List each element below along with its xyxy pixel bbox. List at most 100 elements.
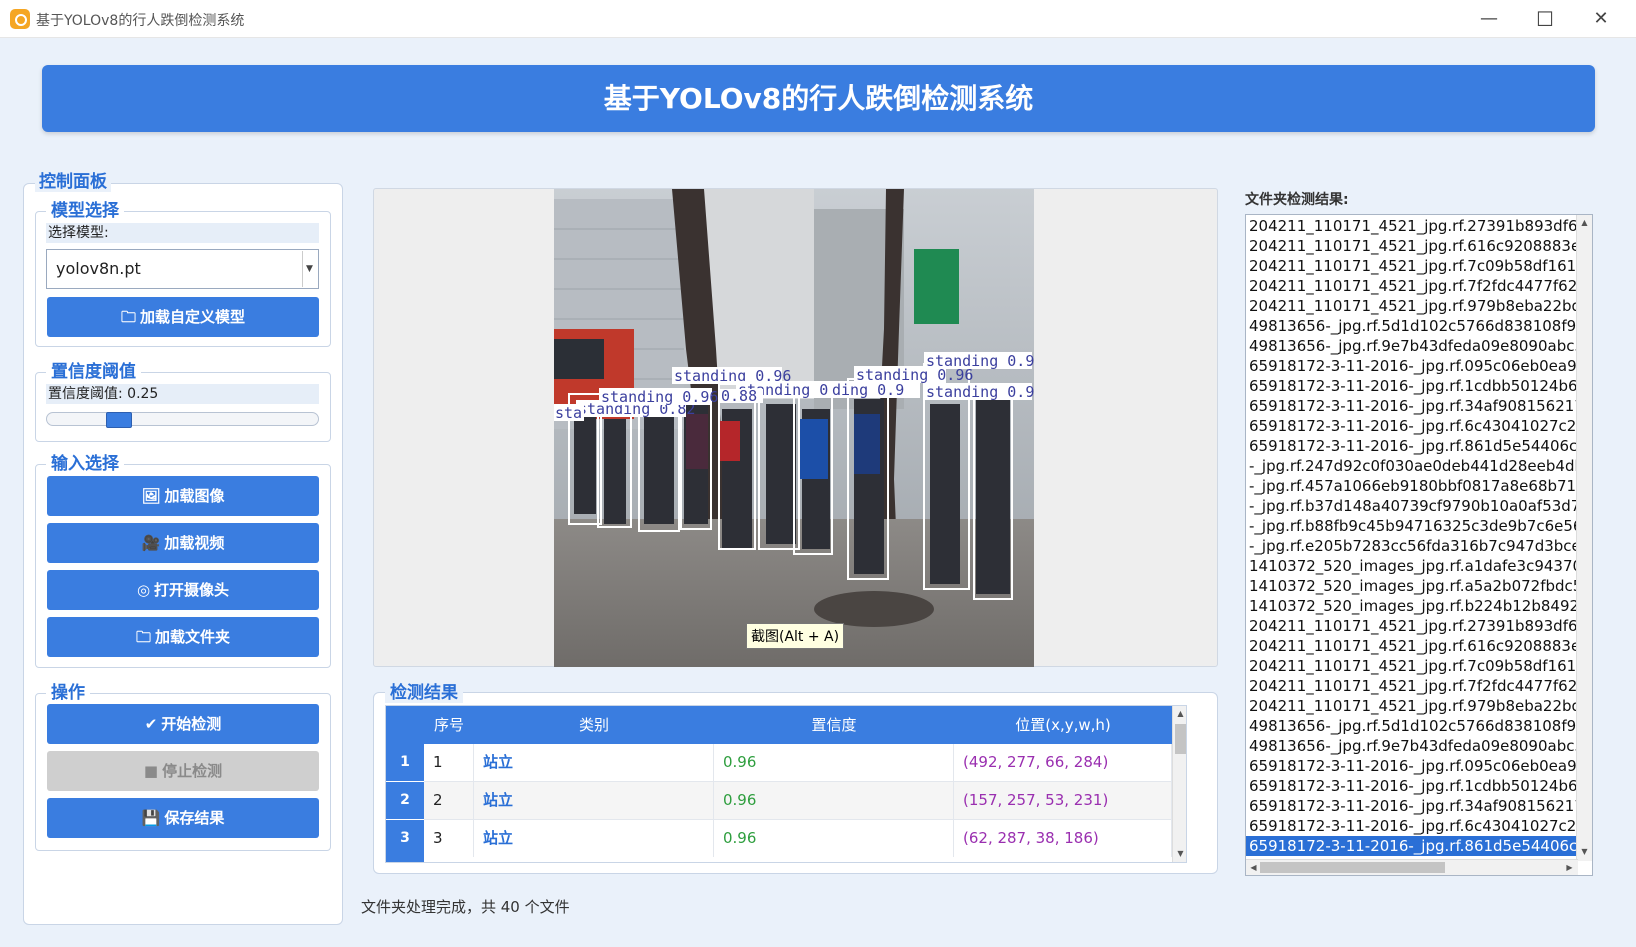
list-item[interactable]: 204211_110171_4521_jpg.rf.616c9208883ea6 xyxy=(1246,636,1576,656)
column-header-index[interactable]: 序号 xyxy=(424,706,474,744)
row-header[interactable]: 2 xyxy=(386,782,424,819)
camera-shutter-icon: ◎ xyxy=(136,581,151,599)
list-item[interactable]: 204211_110171_4521_jpg.rf.27391b893df6d0 xyxy=(1246,216,1576,236)
list-item[interactable]: 65918172-3-11-2016-_jpg.rf.095c06eb0ea9b xyxy=(1246,356,1576,376)
list-horizontal-scrollbar[interactable]: ◀ ▶ xyxy=(1246,859,1578,875)
save-icon: 💾 xyxy=(141,809,161,827)
list-item[interactable]: 204211_110171_4521_jpg.rf.7c09b58df16183 xyxy=(1246,256,1576,276)
list-item[interactable]: 1410372_520_images_jpg.rf.b224b12b84922 xyxy=(1246,596,1576,616)
list-item[interactable]: 49813656-_jpg.rf.5d1d102c5766d838108f99e xyxy=(1246,316,1576,336)
open-camera-button[interactable]: ◎ 打开摄像头 xyxy=(47,570,319,610)
list-item[interactable]: 65918172-3-11-2016-_jpg.rf.34af908156217… xyxy=(1246,796,1576,816)
column-header-class[interactable]: 类别 xyxy=(474,706,714,744)
detection-label: standing 0.96 xyxy=(926,383,1034,401)
model-select[interactable]: yolov8n.pt ▼ xyxy=(46,249,319,289)
row-header[interactable]: 1 xyxy=(386,744,424,781)
maximize-button[interactable]: ☐ xyxy=(1522,4,1568,34)
list-item[interactable]: 204211_110171_4521_jpg.rf.979b8eba22bd4 xyxy=(1246,296,1576,316)
list-item[interactable]: 49813656-_jpg.rf.9e7b43dfeda09e8090abc5c xyxy=(1246,336,1576,356)
scroll-right-icon[interactable]: ▶ xyxy=(1562,860,1577,875)
video-camera-icon: 🎥 xyxy=(141,534,161,552)
start-detection-button[interactable]: ✔ 开始检测 xyxy=(47,704,319,744)
list-item[interactable]: -_jpg.rf.b37d148a40739cf9790b10a0af53d72 xyxy=(1246,496,1576,516)
model-select-label: 选择模型: xyxy=(46,223,319,243)
page-title: 基于YOLOv8的行人跌倒检测系统 xyxy=(42,65,1595,132)
stop-detection-label: 停止检测 xyxy=(162,762,223,780)
confidence-group xyxy=(35,372,331,442)
list-item[interactable]: -_jpg.rf.b88fb9c45b94716325c3de9b7c6e563 xyxy=(1246,516,1576,536)
control-panel-title: 控制面板 xyxy=(35,167,111,192)
list-item[interactable]: 65918172-3-11-2016-_jpg.rf.6c43041027c24… xyxy=(1246,416,1576,436)
save-results-button[interactable]: 💾 保存结果 xyxy=(47,798,319,838)
table-cell-class[interactable]: 站立 xyxy=(474,820,714,857)
list-item[interactable]: 204211_110171_4521_jpg.rf.7f2fdc4477f62d… xyxy=(1246,676,1576,696)
list-vertical-scrollbar[interactable]: ▲ ▼ xyxy=(1576,215,1592,861)
list-item[interactable]: 65918172-3-11-2016-_jpg.rf.861d5e54406cc… xyxy=(1246,436,1576,456)
scroll-left-icon[interactable]: ◀ xyxy=(1246,860,1261,875)
list-item[interactable]: 65918172-3-11-2016-_jpg.rf.6c43041027c24… xyxy=(1246,816,1576,836)
minimize-button[interactable]: — xyxy=(1466,4,1512,34)
column-header-confidence[interactable]: 置信度 xyxy=(714,706,954,744)
row-header[interactable]: 3 xyxy=(386,820,424,862)
table-cell-index[interactable]: 3 xyxy=(424,820,474,857)
scroll-up-icon[interactable]: ▲ xyxy=(1173,706,1186,722)
list-item[interactable]: 1410372_520_images_jpg.rf.a1dafe3c94370a… xyxy=(1246,556,1576,576)
confidence-slider-handle[interactable] xyxy=(106,412,132,428)
scroll-thumb[interactable] xyxy=(1260,862,1445,873)
list-item[interactable]: -_jpg.rf.e205b7283cc56fda316b7c947d3bce8 xyxy=(1246,536,1576,556)
window-title: 基于YOLOv8的行人跌倒检测系统 xyxy=(36,13,245,29)
table-cell-index[interactable]: 2 xyxy=(424,782,474,819)
list-item[interactable]: -_jpg.rf.247d92c0f030ae0deb441d28eeb4db xyxy=(1246,456,1576,476)
load-custom-model-button[interactable]: 🗀 加载自定义模型 xyxy=(47,297,319,337)
table-cell-index[interactable]: 1 xyxy=(424,744,474,781)
list-item[interactable]: 65918172-3-11-2016-_jpg.rf.34af908156217… xyxy=(1246,396,1576,416)
table-vertical-scrollbar[interactable]: ▲ ▼ xyxy=(1172,706,1186,862)
list-item[interactable]: 204211_110171_4521_jpg.rf.616c9208883ea6 xyxy=(1246,236,1576,256)
list-item[interactable]: 204211_110171_4521_jpg.rf.7f2fdc4477f62d… xyxy=(1246,276,1576,296)
column-header-position[interactable]: 位置(x,y,w,h) xyxy=(954,706,1172,744)
close-button[interactable]: ✕ xyxy=(1578,4,1624,34)
load-folder-button[interactable]: 🗀 加载文件夹 xyxy=(47,617,319,657)
folder-icon: 🗀 xyxy=(120,308,136,326)
table-cell-confidence[interactable]: 0.96 xyxy=(714,782,954,819)
chevron-down-icon: ▼ xyxy=(302,251,316,287)
list-item[interactable]: -_jpg.rf.457a1066eb9180bbf0817a8e68b719l xyxy=(1246,476,1576,496)
list-item[interactable]: 204211_110171_4521_jpg.rf.979b8eba22bd4 xyxy=(1246,696,1576,716)
stop-detection-button[interactable]: ■ 停止检测 xyxy=(47,751,319,791)
input-group-title: 输入选择 xyxy=(46,449,124,474)
scroll-down-icon[interactable]: ▼ xyxy=(1173,846,1186,862)
folder-results-label: 文件夹检测结果: xyxy=(1245,192,1349,208)
table-corner xyxy=(386,706,424,744)
list-item[interactable]: 65918172-3-11-2016-_jpg.rf.095c06eb0ea9b xyxy=(1246,756,1576,776)
table-cell-confidence[interactable]: 0.96 xyxy=(714,744,954,781)
scroll-up-icon[interactable]: ▲ xyxy=(1577,215,1592,231)
load-video-button[interactable]: 🎥 加载视频 xyxy=(47,523,319,563)
list-item[interactable]: 1410372_520_images_jpg.rf.a5a2b072fbdc52 xyxy=(1246,576,1576,596)
load-image-button[interactable]: 🖼 加载图像 xyxy=(47,476,319,516)
table-cell-class[interactable]: 站立 xyxy=(474,782,714,819)
status-text: 文件夹处理完成，共 40 个文件 xyxy=(361,898,570,916)
load-custom-model-label: 加载自定义模型 xyxy=(140,308,246,326)
list-item[interactable]: 204211_110171_4521_jpg.rf.7c09b58df16183 xyxy=(1246,656,1576,676)
detection-label: ding 0.9 xyxy=(832,381,904,399)
table-cell-confidence[interactable]: 0.96 xyxy=(714,820,954,857)
folder-results-list[interactable]: 204211_110171_4521_jpg.rf.27391b893df6d0… xyxy=(1245,214,1593,876)
scroll-thumb[interactable] xyxy=(1175,724,1186,754)
table-cell-position[interactable]: (492, 277, 66, 284) xyxy=(954,744,1172,781)
start-detection-label: 开始检测 xyxy=(161,715,222,733)
table-cell-class[interactable]: 站立 xyxy=(474,744,714,781)
load-folder-label: 加载文件夹 xyxy=(155,628,231,646)
table-cell-position[interactable]: (62, 287, 38, 186) xyxy=(954,820,1172,857)
confidence-group-title: 置信度阈值 xyxy=(46,357,141,382)
list-item[interactable]: 65918172-3-11-2016-_jpg.rf.1cdbb50124b6f… xyxy=(1246,376,1576,396)
list-item[interactable]: 65918172-3-11-2016-_jpg.rf.1cdbb50124b6f… xyxy=(1246,776,1576,796)
confidence-slider[interactable] xyxy=(46,412,319,428)
scroll-down-icon[interactable]: ▼ xyxy=(1577,844,1592,860)
list-item[interactable]: 49813656-_jpg.rf.9e7b43dfeda09e8090abc5c xyxy=(1246,736,1576,756)
open-camera-label: 打开摄像头 xyxy=(154,581,230,599)
image-icon: 🖼 xyxy=(141,487,161,505)
table-cell-position[interactable]: (157, 257, 53, 231) xyxy=(954,782,1172,819)
list-item[interactable]: 204211_110171_4521_jpg.rf.27391b893df6d0 xyxy=(1246,616,1576,636)
list-item[interactable]: 65918172-3-11-2016-_jpg.rf.861d5e54406cc xyxy=(1246,836,1576,856)
list-item[interactable]: 49813656-_jpg.rf.5d1d102c5766d838108f99e xyxy=(1246,716,1576,736)
